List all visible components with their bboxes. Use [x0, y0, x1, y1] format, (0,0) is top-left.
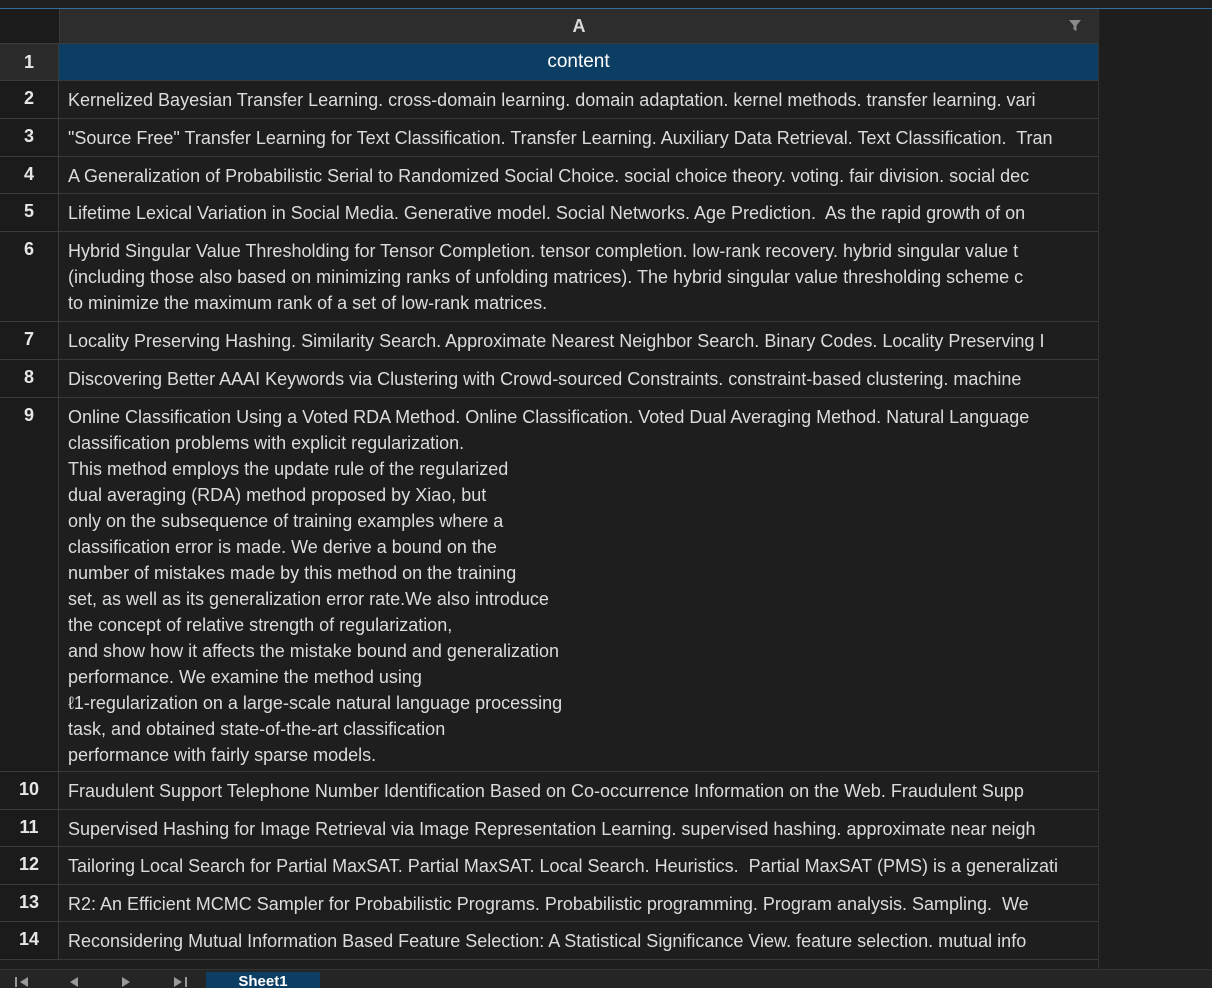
row-number[interactable]: 5 — [0, 194, 59, 231]
table-row[interactable]: 7 Locality Preserving Hashing. Similarit… — [0, 322, 1098, 360]
table-row[interactable]: 10 Fraudulent Support Telephone Number I… — [0, 772, 1098, 810]
table-cell[interactable]: Tailoring Local Search for Partial MaxSA… — [59, 847, 1098, 884]
table-cell[interactable]: Hybrid Singular Value Thresholding for T… — [59, 232, 1098, 321]
table-cell[interactable]: content — [59, 44, 1098, 80]
table-cell[interactable]: A Generalization of Probabilistic Serial… — [59, 157, 1098, 193]
table-row[interactable]: 2 Kernelized Bayesian Transfer Learning.… — [0, 81, 1098, 119]
table-cell[interactable]: Discovering Better AAAI Keywords via Clu… — [59, 360, 1098, 397]
table-row[interactable]: 6 Hybrid Singular Value Thresholding for… — [0, 232, 1098, 322]
table-cell[interactable]: R2: An Efficient MCMC Sampler for Probab… — [59, 885, 1098, 921]
row-number[interactable]: 13 — [0, 885, 59, 921]
table-row[interactable]: 12 Tailoring Local Search for Partial Ma… — [0, 847, 1098, 885]
next-sheet-icon[interactable] — [116, 974, 136, 988]
column-header-a[interactable]: A — [60, 9, 1098, 44]
row-number[interactable]: 10 — [0, 772, 59, 809]
row-number[interactable]: 3 — [0, 119, 59, 156]
last-sheet-icon[interactable] — [170, 974, 190, 988]
row-number[interactable]: 11 — [0, 810, 59, 846]
table-cell[interactable]: Locality Preserving Hashing. Similarity … — [59, 322, 1098, 359]
table-row[interactable]: 14 Reconsidering Mutual Information Base… — [0, 922, 1098, 960]
table-row[interactable]: 5 Lifetime Lexical Variation in Social M… — [0, 194, 1098, 232]
table-cell[interactable]: "Source Free" Transfer Learning for Text… — [59, 119, 1098, 156]
row-number[interactable]: 4 — [0, 157, 59, 193]
sheet-tab-bar: Sheet1 — [0, 969, 1212, 988]
rows-container: 1 content 2 Kernelized Bayesian Transfer… — [0, 44, 1098, 960]
row-number[interactable]: 9 — [0, 398, 59, 771]
top-strip — [0, 0, 1212, 9]
table-row[interactable]: 4 A Generalization of Probabilistic Seri… — [0, 157, 1098, 194]
table-cell[interactable]: Kernelized Bayesian Transfer Learning. c… — [59, 81, 1098, 118]
table-cell[interactable]: Lifetime Lexical Variation in Social Med… — [59, 194, 1098, 231]
table-row[interactable]: 13 R2: An Efficient MCMC Sampler for Pro… — [0, 885, 1098, 922]
table-cell[interactable]: Fraudulent Support Telephone Number Iden… — [59, 772, 1098, 809]
row-number[interactable]: 7 — [0, 322, 59, 359]
row-number[interactable]: 2 — [0, 81, 59, 118]
filter-icon[interactable] — [1068, 19, 1082, 33]
prev-sheet-icon[interactable] — [64, 974, 84, 988]
select-all-corner[interactable] — [0, 9, 60, 44]
empty-area — [1098, 9, 1212, 969]
table-cell[interactable]: Reconsidering Mutual Information Based F… — [59, 922, 1098, 959]
row-number[interactable]: 12 — [0, 847, 59, 884]
table-row[interactable]: 9 Online Classification Using a Voted RD… — [0, 398, 1098, 772]
table-row[interactable]: 1 content — [0, 44, 1098, 81]
table-cell[interactable]: Supervised Hashing for Image Retrieval v… — [59, 810, 1098, 846]
table-cell[interactable]: Online Classification Using a Voted RDA … — [59, 398, 1098, 771]
column-letter: A — [572, 15, 586, 36]
row-number[interactable]: 14 — [0, 922, 59, 959]
row-number[interactable]: 1 — [0, 44, 59, 80]
sheet-tab[interactable]: Sheet1 — [206, 972, 320, 988]
first-sheet-icon[interactable] — [12, 974, 32, 988]
spreadsheet-grid: A 1 content 2 Kernelized Bayesian Transf… — [0, 9, 1098, 969]
table-row[interactable]: 3 "Source Free" Transfer Learning for Te… — [0, 119, 1098, 157]
table-row[interactable]: 8 Discovering Better AAAI Keywords via C… — [0, 360, 1098, 398]
row-number[interactable]: 6 — [0, 232, 59, 321]
table-row[interactable]: 11 Supervised Hashing for Image Retrieva… — [0, 810, 1098, 847]
row-number[interactable]: 8 — [0, 360, 59, 397]
